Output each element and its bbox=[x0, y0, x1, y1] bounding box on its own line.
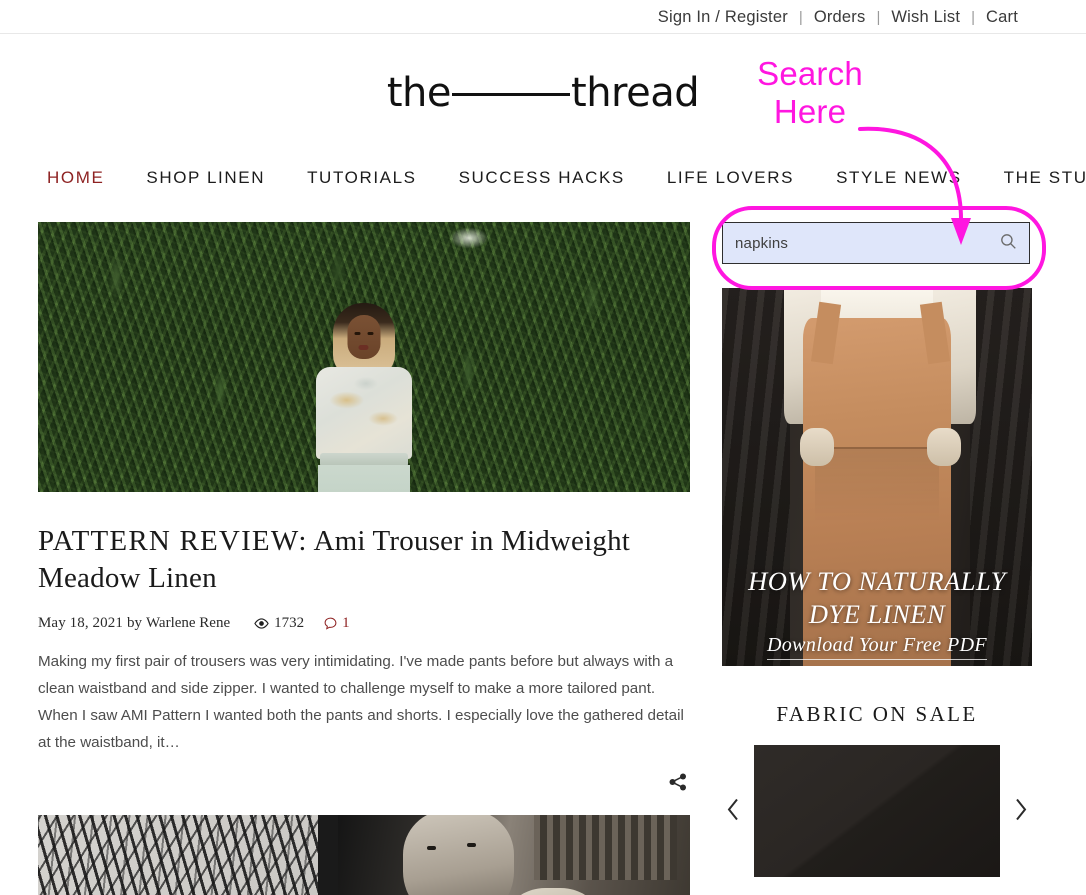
promo-headline-line2: DYE LINEN bbox=[808, 598, 946, 629]
chevron-left-icon bbox=[726, 798, 740, 825]
post-by-label: by bbox=[126, 615, 142, 632]
promo-cta-text: Download Your Free PDF bbox=[766, 634, 988, 660]
logo-text-right: thread bbox=[571, 70, 700, 116]
logo-dash bbox=[452, 92, 571, 96]
sign-in-register-link[interactable]: Sign In / Register bbox=[658, 8, 788, 27]
search-icon bbox=[1000, 233, 1017, 253]
carousel-next-button[interactable] bbox=[1010, 794, 1032, 829]
article-list: PATTERN REVIEW: Ami Trouser in Midweight… bbox=[38, 222, 690, 895]
share-icon[interactable] bbox=[668, 772, 688, 797]
search-row bbox=[722, 222, 1032, 266]
promo-hand-left bbox=[799, 427, 834, 466]
nav-item-home[interactable]: HOME bbox=[47, 168, 104, 188]
post-views-count: 1732 bbox=[274, 615, 305, 632]
post-author[interactable]: Warlene Rene bbox=[146, 615, 230, 632]
post-views-stat: 1732 bbox=[254, 615, 304, 632]
hedge-bloom bbox=[448, 227, 489, 250]
model-figure bbox=[312, 303, 416, 492]
post-share-row bbox=[38, 772, 690, 797]
promo-headline-line1: HOW TO NATURALLY bbox=[748, 566, 1006, 597]
search-box[interactable] bbox=[722, 222, 1030, 264]
topbar-separator-1: | bbox=[798, 8, 803, 26]
post-comments-count: 1 bbox=[342, 615, 350, 632]
logo-text-left: the bbox=[386, 70, 452, 116]
site-logo[interactable]: the thread bbox=[386, 70, 700, 116]
topbar-separator-3: | bbox=[971, 8, 976, 26]
model-skirt bbox=[317, 465, 410, 492]
nav-item-shop-linen[interactable]: SHOP LINEN bbox=[146, 168, 265, 188]
promo-apron-pocket bbox=[815, 446, 939, 523]
post-meta: May 18, 2021 by Warlene Rene 1732 1 bbox=[38, 615, 690, 632]
bw-divider bbox=[318, 815, 338, 895]
annotation-label: Search Here bbox=[700, 55, 920, 130]
post-title[interactable]: PATTERN REVIEW: Ami Trouser in Midweight… bbox=[38, 523, 678, 597]
fabric-product-image[interactable] bbox=[754, 745, 1000, 877]
cart-link[interactable]: Cart bbox=[986, 8, 1018, 27]
model-eye-left bbox=[354, 332, 361, 335]
nav-item-the-studio[interactable]: THE STUDIO bbox=[1004, 168, 1086, 188]
promo-text-block: HOW TO NATURALLY DYE LINEN Download Your… bbox=[722, 565, 1032, 660]
post-comments-stat[interactable]: 1 bbox=[324, 615, 350, 632]
nav-item-success-hacks[interactable]: SUCCESS HACKS bbox=[459, 168, 625, 188]
post-title-kicker: PATTERN REVIEW: bbox=[38, 525, 308, 557]
top-utility-bar: Sign In / Register | Orders | Wish List … bbox=[0, 0, 1086, 34]
orders-link[interactable]: Orders bbox=[814, 8, 866, 27]
chevron-right-icon bbox=[1014, 798, 1028, 825]
bw-eye-left bbox=[427, 845, 437, 850]
bw-sculpture bbox=[38, 815, 319, 895]
top-utility-links: Sign In / Register | Orders | Wish List … bbox=[658, 0, 1018, 34]
model-lips bbox=[358, 345, 369, 350]
search-submit-button[interactable] bbox=[1000, 233, 1017, 253]
promo-banner-dye-linen[interactable]: HOW TO NATURALLY DYE LINEN Download Your… bbox=[722, 288, 1032, 666]
topbar-separator-2: | bbox=[876, 8, 881, 26]
bw-wall-slats bbox=[533, 815, 677, 880]
wish-list-link[interactable]: Wish List bbox=[891, 8, 960, 27]
post-date: May 18, 2021 bbox=[38, 615, 123, 632]
post-featured-image-2[interactable] bbox=[38, 815, 690, 895]
annotation-label-line1: Search bbox=[757, 55, 863, 92]
nav-item-style-news[interactable]: STYLE NEWS bbox=[836, 168, 962, 188]
nav-item-life-lovers[interactable]: LIFE LOVERS bbox=[667, 168, 794, 188]
nav-item-tutorials[interactable]: TUTORIALS bbox=[307, 168, 417, 188]
fabric-carousel bbox=[722, 745, 1032, 877]
fabric-on-sale-heading: FABRIC ON SALE bbox=[776, 702, 978, 726]
promo-hand-right bbox=[926, 427, 961, 466]
bw-man-face bbox=[403, 815, 514, 895]
model-face bbox=[347, 315, 381, 359]
main-navigation: HOME SHOP LINEN TUTORIALS SUCCESS HACKS … bbox=[47, 168, 1086, 188]
carousel-prev-button[interactable] bbox=[722, 794, 744, 829]
page-root: Sign In / Register | Orders | Wish List … bbox=[0, 0, 1086, 895]
bw-eye-right bbox=[467, 843, 477, 848]
site-logo-container: the thread bbox=[0, 70, 1086, 116]
post-featured-image[interactable] bbox=[38, 222, 690, 492]
eye-icon bbox=[254, 618, 269, 629]
sidebar: HOW TO NATURALLY DYE LINEN Download Your… bbox=[722, 222, 1032, 877]
annotation-label-line2: Here bbox=[773, 92, 847, 130]
comment-icon bbox=[324, 617, 337, 630]
model-eye-right bbox=[367, 332, 374, 335]
post-excerpt: Making my first pair of trousers was ver… bbox=[38, 653, 684, 752]
search-input[interactable] bbox=[735, 234, 994, 252]
model-blouse bbox=[315, 367, 412, 459]
